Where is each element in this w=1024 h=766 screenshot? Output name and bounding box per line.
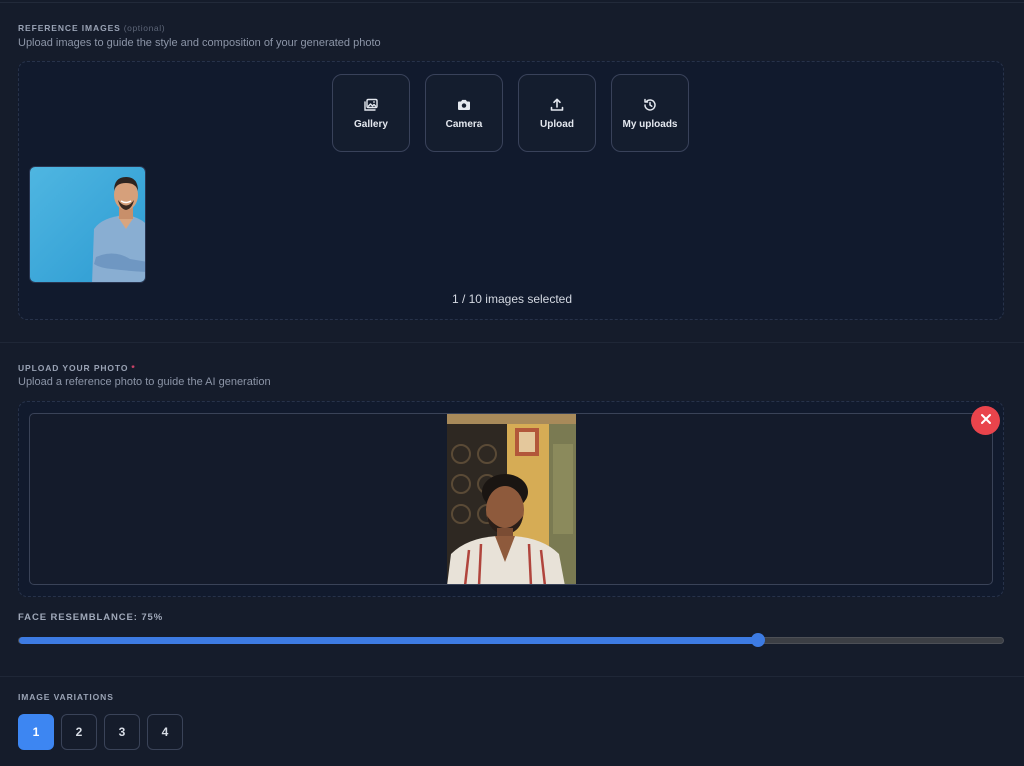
camera-button[interactable]: Camera bbox=[425, 74, 503, 152]
reference-images-title: REFERENCE IMAGES bbox=[18, 23, 121, 33]
gallery-icon bbox=[363, 97, 379, 113]
image-variations-title: IMAGE VARIATIONS bbox=[18, 692, 114, 702]
reference-images-subtitle: Upload images to guide the style and com… bbox=[18, 37, 381, 49]
slider-fill bbox=[19, 637, 759, 644]
section-divider bbox=[0, 342, 1024, 343]
reference-images-heading: REFERENCE IMAGES (optional) bbox=[18, 23, 165, 33]
upload-button[interactable]: Upload bbox=[518, 74, 596, 152]
upload-photo-title: UPLOAD YOUR PHOTO bbox=[18, 363, 129, 373]
upload-label: Upload bbox=[540, 118, 574, 130]
uploaded-photo bbox=[447, 414, 576, 584]
camera-icon bbox=[456, 97, 472, 113]
upload-icon bbox=[549, 97, 565, 113]
variation-option-1[interactable]: 1 bbox=[18, 714, 54, 750]
section-divider bbox=[0, 676, 1024, 677]
reference-images-dropzone[interactable] bbox=[18, 61, 1004, 320]
variation-option-3[interactable]: 3 bbox=[104, 714, 140, 750]
remove-photo-button[interactable] bbox=[971, 406, 1000, 435]
my-uploads-button[interactable]: My uploads bbox=[611, 74, 689, 152]
history-icon bbox=[642, 97, 658, 113]
face-resemblance-slider[interactable] bbox=[18, 637, 1004, 644]
reference-image-thumbnail[interactable] bbox=[29, 166, 146, 283]
images-selected-count: 1 / 10 images selected bbox=[451, 292, 573, 306]
my-uploads-label: My uploads bbox=[622, 118, 678, 130]
gallery-label: Gallery bbox=[354, 118, 388, 130]
top-divider bbox=[0, 2, 1024, 3]
required-mark: * bbox=[131, 363, 136, 373]
uploaded-photo-frame bbox=[29, 413, 993, 585]
upload-photo-heading: UPLOAD YOUR PHOTO * bbox=[18, 363, 136, 373]
camera-label: Camera bbox=[445, 118, 483, 130]
close-icon bbox=[980, 412, 992, 430]
upload-photo-subtitle: Upload a reference photo to guide the AI… bbox=[18, 376, 271, 388]
slider-thumb[interactable] bbox=[751, 633, 765, 647]
variation-option-2[interactable]: 2 bbox=[61, 714, 97, 750]
variation-option-4[interactable]: 4 bbox=[147, 714, 183, 750]
face-resemblance-label: FACE RESEMBLANCE: 75% bbox=[18, 612, 164, 623]
gallery-button[interactable]: Gallery bbox=[332, 74, 410, 152]
optional-tag: (optional) bbox=[123, 23, 166, 33]
